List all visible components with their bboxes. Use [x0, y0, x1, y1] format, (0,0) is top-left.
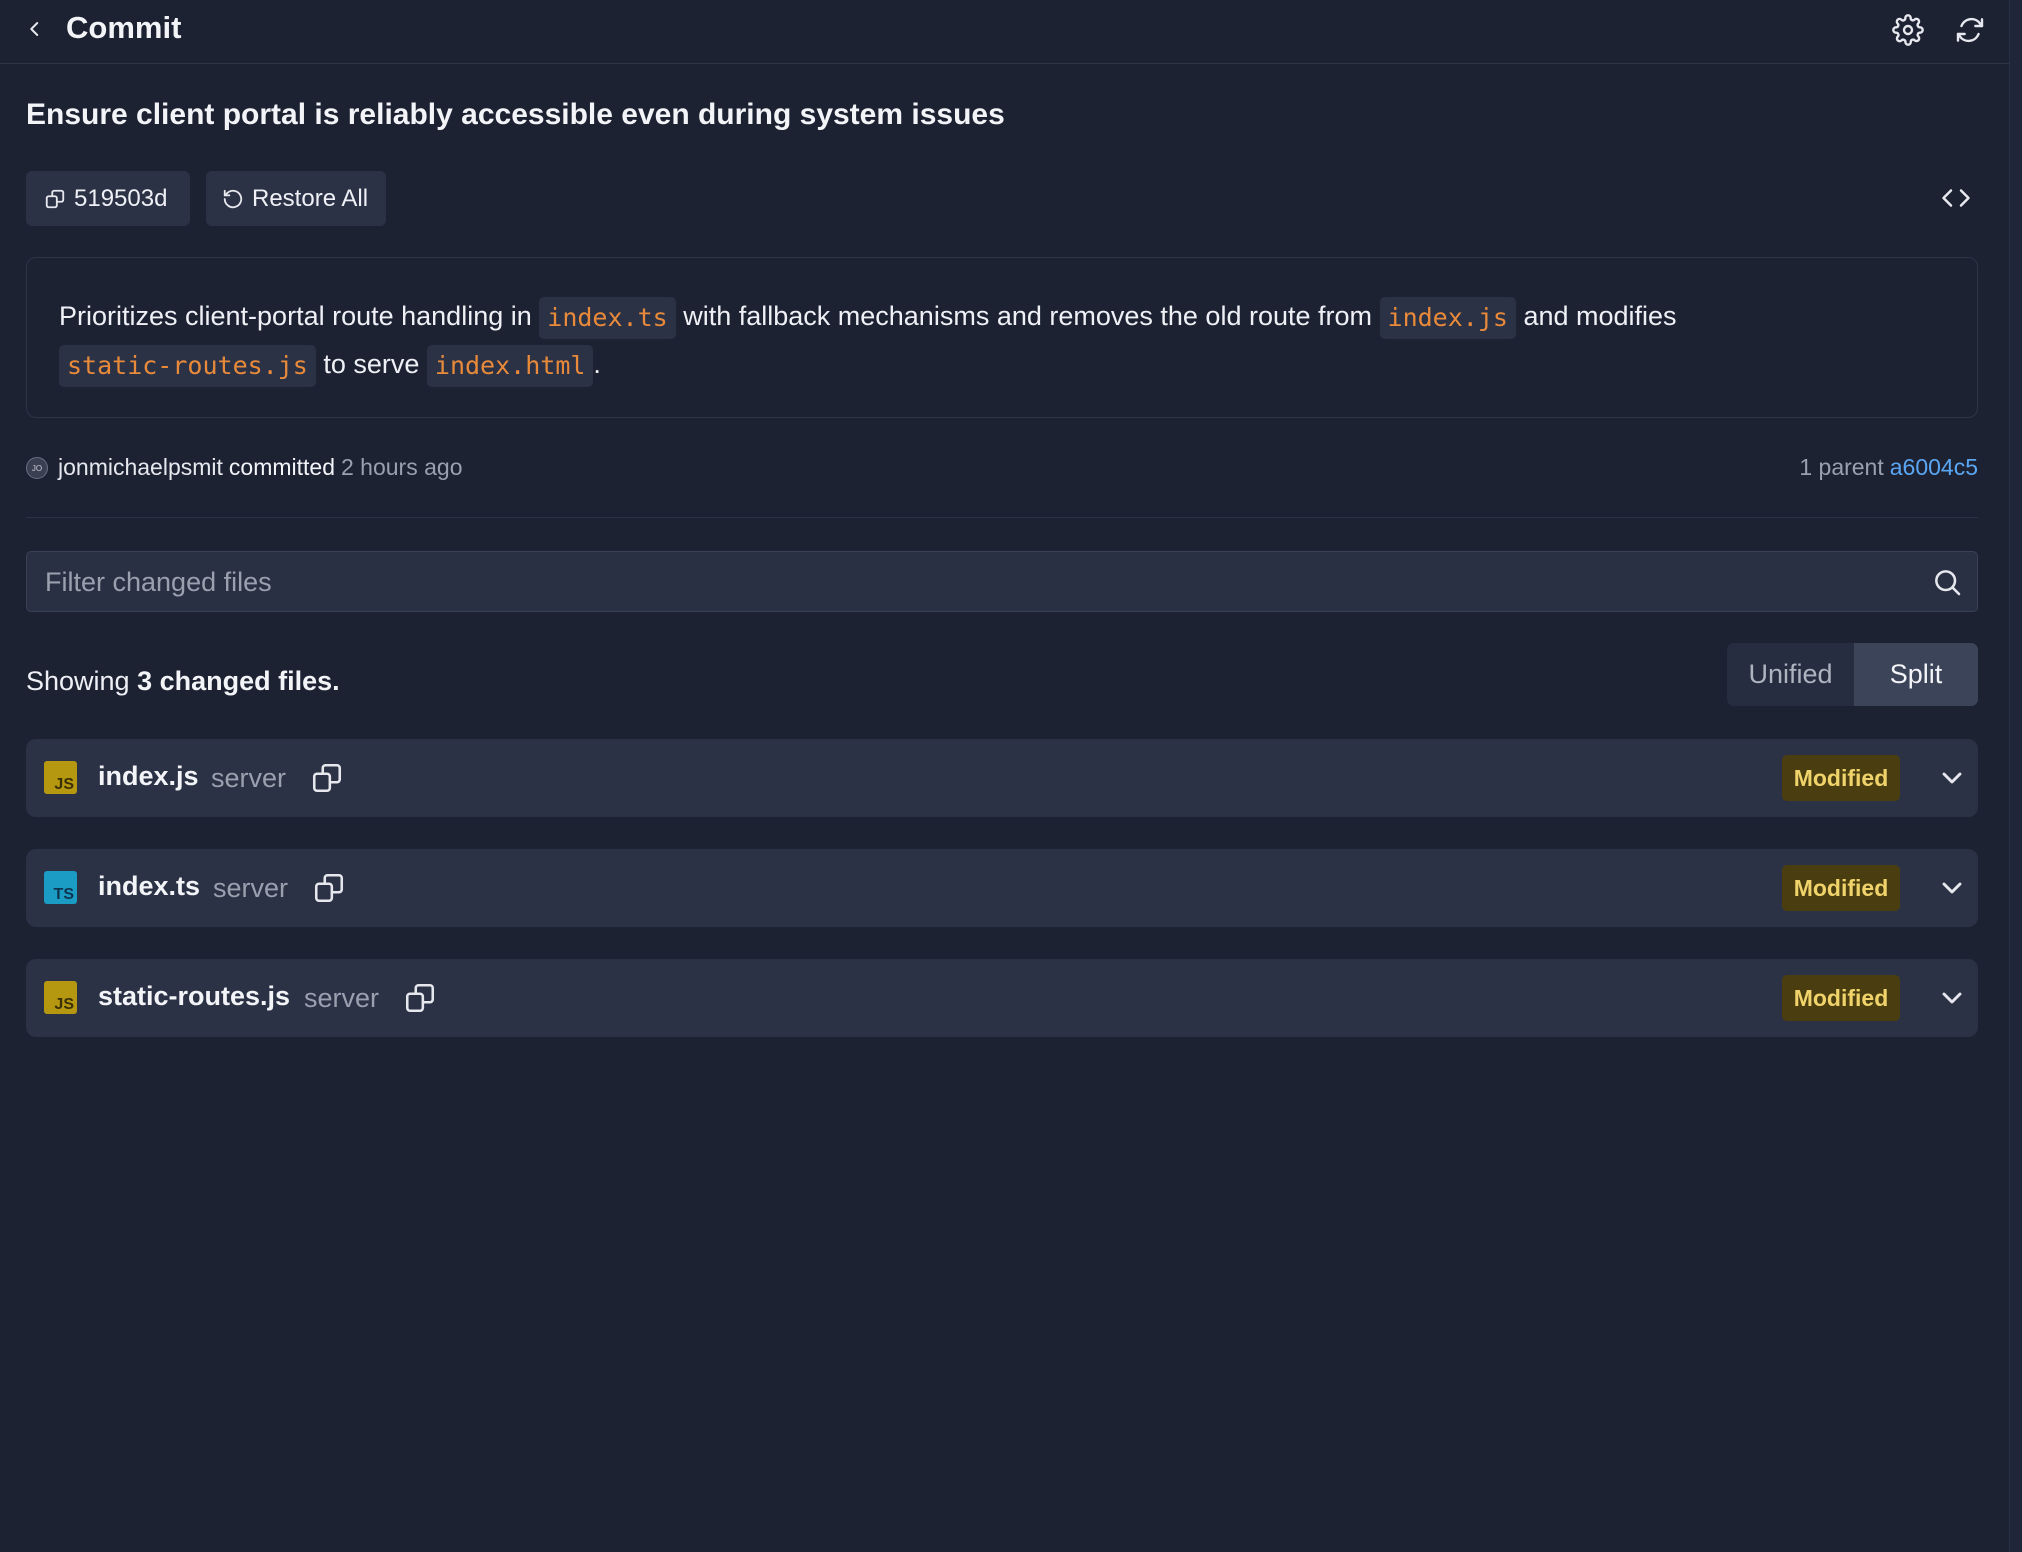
page-title: Commit [66, 10, 182, 45]
file-directory: server [211, 763, 287, 793]
parent-hash-link[interactable]: a6004c5 [1890, 454, 1978, 480]
code-snippet: index.js [1379, 296, 1516, 339]
commit-sha: 519503d [74, 184, 168, 212]
file-row[interactable]: TS index.ts server Modified [26, 849, 1978, 927]
divider [26, 517, 1978, 518]
chevron-down-icon[interactable] [1936, 872, 1968, 904]
gear-icon [1892, 14, 1924, 46]
summary-count: 3 changed files. [137, 666, 340, 696]
scrollbar[interactable] [2009, 0, 2022, 1552]
code-snippet: index.ts [539, 296, 676, 339]
author-name[interactable]: jonmichaelpsmit [58, 454, 223, 480]
changed-files-summary: Showing 3 changed files. [26, 666, 340, 697]
restore-all-label: Restore All [252, 184, 369, 212]
commit-meta: JO jonmichaelpsmit committed 2 hours ago 1… [26, 454, 1978, 484]
code-snippet: index.html [426, 344, 594, 387]
file-name[interactable]: index.js [98, 761, 199, 792]
diff-view-toggle: Unified Split [1727, 643, 1978, 706]
description-text: and modifies [1523, 301, 1677, 331]
filter-box [26, 551, 1978, 613]
file-type-label: TS [53, 886, 74, 903]
commit-verb: committed [228, 454, 335, 480]
chevron-down-icon[interactable] [1936, 982, 1968, 1014]
back-button[interactable] [20, 14, 50, 44]
search-icon[interactable] [1931, 566, 1963, 598]
chevron-left-icon [30, 22, 39, 36]
javascript-file-icon: JS [44, 761, 77, 794]
code-icon [1942, 189, 1970, 207]
description-text: with fallback mechanisms and removes the… [683, 301, 1373, 331]
code-snippet: static-routes.js [59, 344, 316, 387]
parent-label: 1 parent [1799, 454, 1884, 480]
refresh-button[interactable] [1952, 12, 1988, 48]
javascript-file-icon: JS [44, 981, 77, 1014]
file-directory: server [213, 873, 289, 903]
commit-time: 2 hours ago [341, 454, 463, 480]
top-bar: Commit [0, 0, 2010, 64]
copy-path-icon[interactable] [312, 871, 346, 905]
commit-title: Ensure client portal is reliably accessi… [26, 98, 1005, 131]
filter-input[interactable] [43, 552, 1897, 613]
chevron-down-icon[interactable] [1936, 762, 1968, 794]
description-text: to serve [323, 349, 420, 379]
restore-icon [223, 189, 243, 208]
status-badge: Modified [1782, 865, 1900, 911]
copy-icon [45, 189, 65, 208]
refresh-icon [1956, 17, 1984, 43]
file-directory: server [304, 983, 380, 1013]
description-text: . [593, 349, 601, 379]
status-badge: Modified [1782, 755, 1900, 801]
summary-prefix: Showing [26, 666, 130, 696]
file-name[interactable]: index.ts [98, 871, 200, 902]
copy-sha-button[interactable]: 519503d [26, 171, 190, 226]
copy-path-icon[interactable] [403, 981, 437, 1015]
file-row[interactable]: JS static-routes.js server Modified [26, 959, 1978, 1037]
unified-view-button[interactable]: Unified [1727, 643, 1854, 706]
file-type-label: JS [54, 996, 74, 1013]
settings-button[interactable] [1890, 12, 1926, 48]
file-row[interactable]: JS index.js server Modified [26, 739, 1978, 817]
view-code-button[interactable] [1938, 180, 1974, 216]
typescript-file-icon: TS [44, 871, 77, 904]
file-name[interactable]: static-routes.js [98, 981, 290, 1012]
file-type-label: JS [54, 776, 74, 793]
commit-description: Prioritizes client-portal route handling… [26, 257, 1978, 418]
status-badge: Modified [1782, 975, 1900, 1021]
restore-all-button[interactable]: Restore All [206, 171, 386, 226]
description-text: Prioritizes client-portal route handling… [59, 301, 532, 331]
split-view-button[interactable]: Split [1854, 643, 1978, 706]
copy-path-icon[interactable] [310, 761, 344, 795]
avatar[interactable]: JO [26, 457, 48, 479]
